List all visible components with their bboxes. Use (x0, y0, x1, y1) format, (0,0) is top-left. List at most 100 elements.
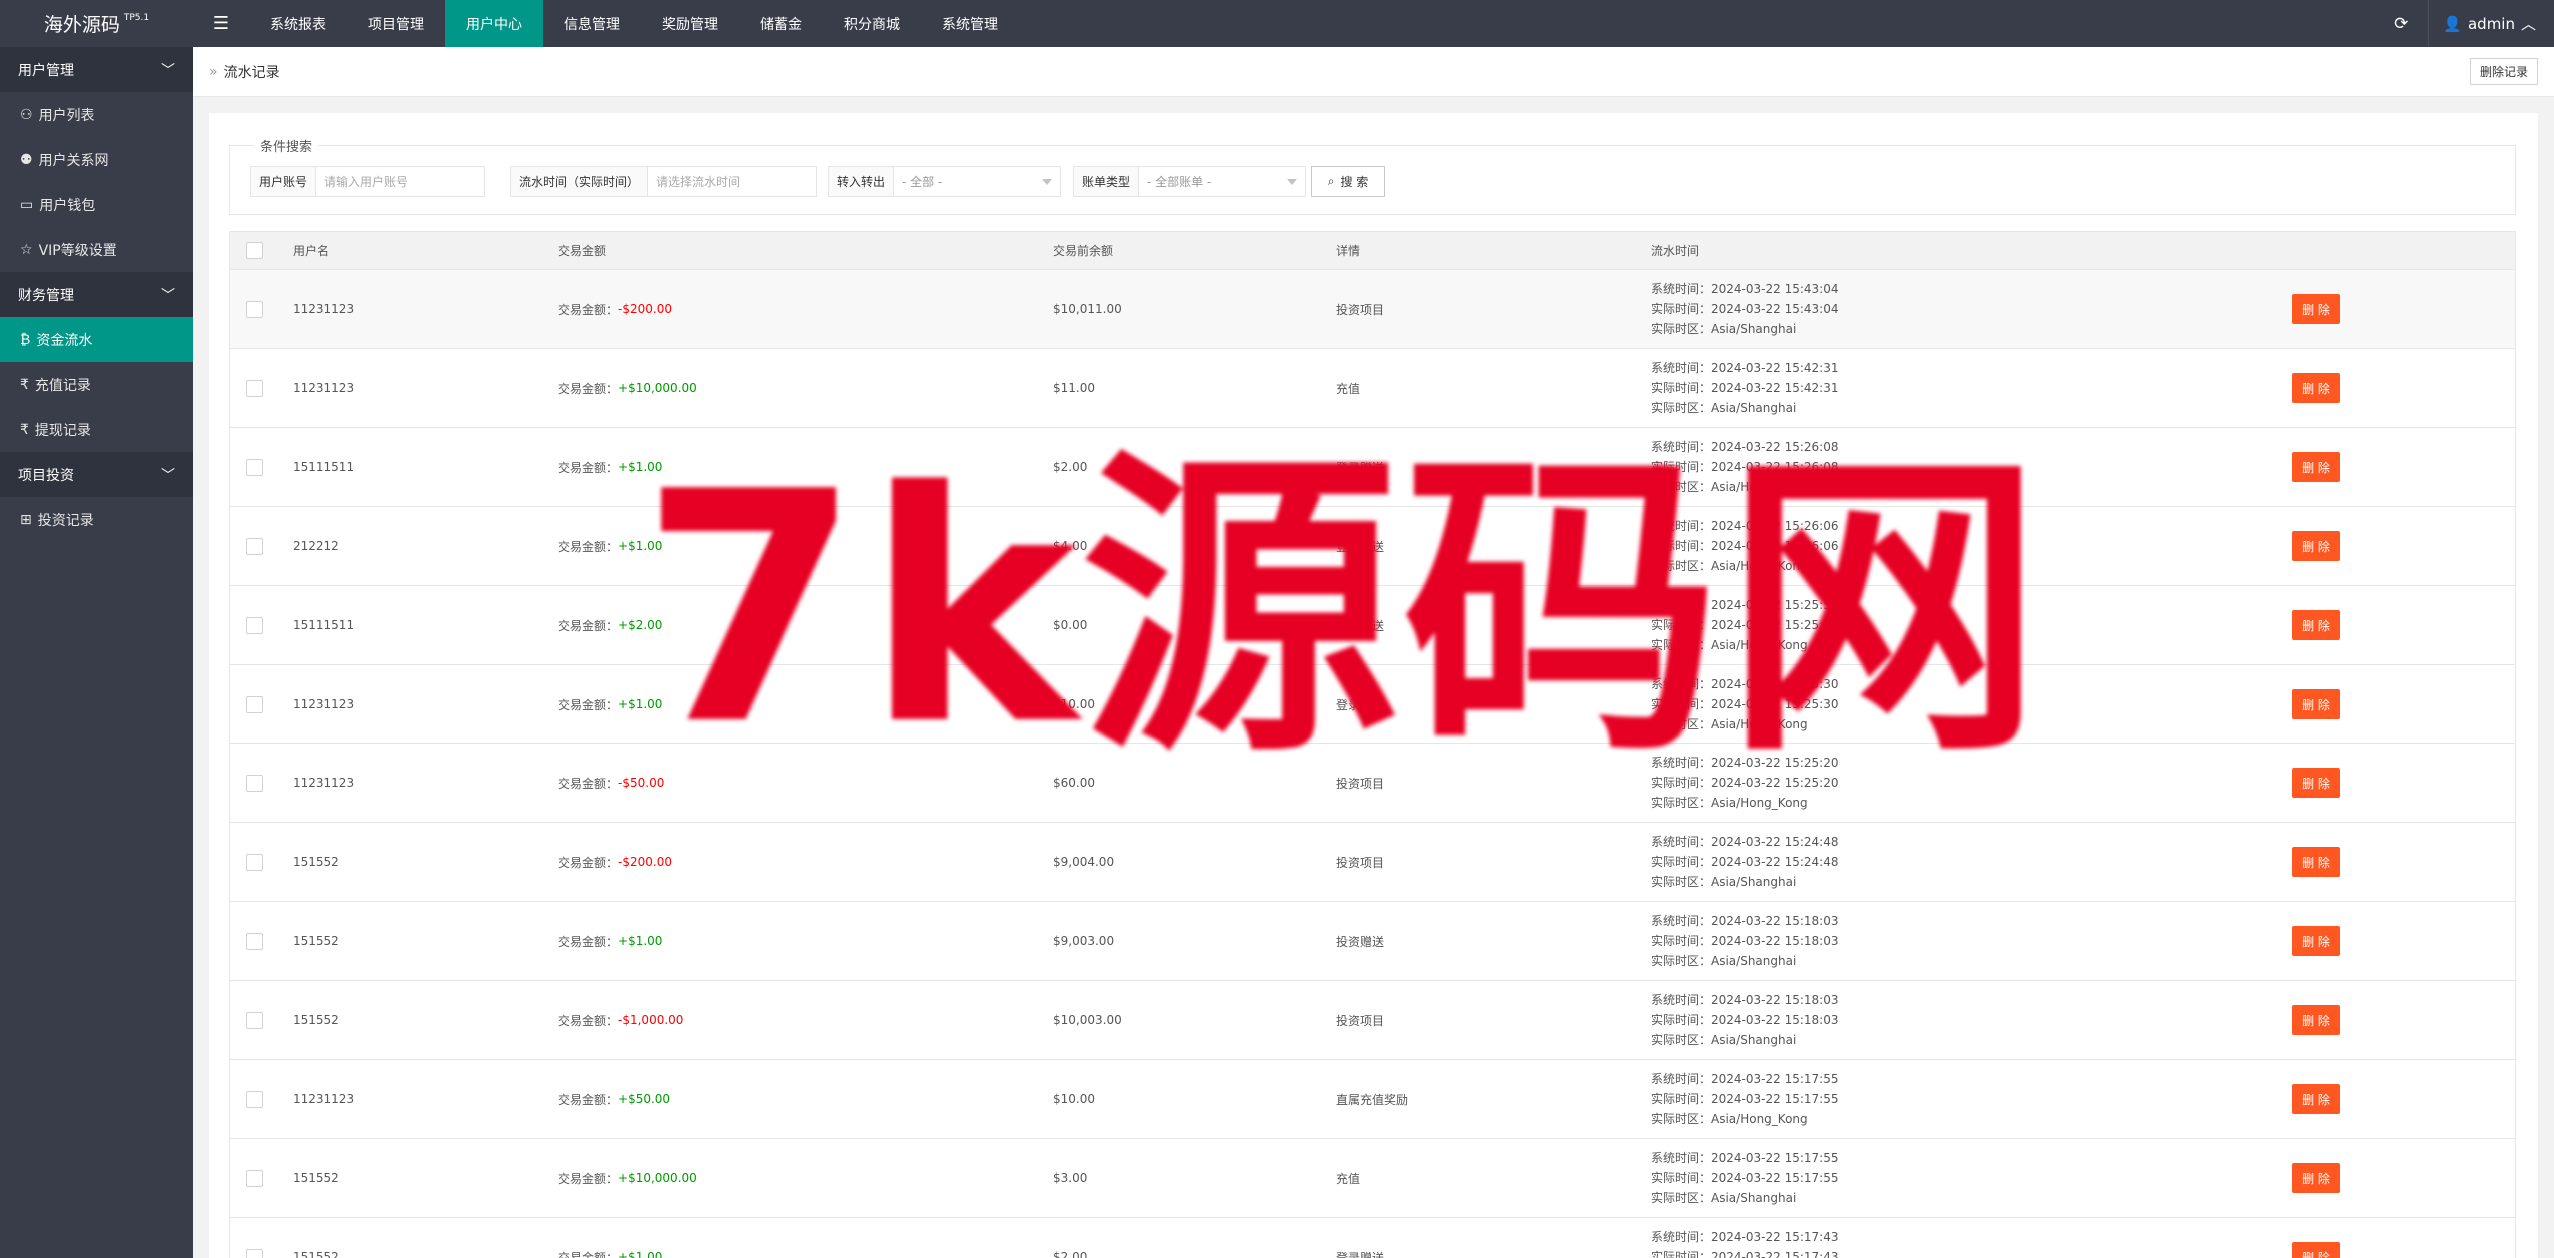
row-checkbox[interactable] (246, 695, 263, 713)
cell-amount: 交易金额： +$50.00 (558, 1060, 670, 1138)
sidebar-item[interactable]: ☆ VIP等级设置 (0, 227, 193, 272)
chevron-down-icon: ﹀ (161, 62, 175, 79)
delete-button[interactable]: 删 除 (2292, 689, 2340, 719)
sidebar-item[interactable]: ₹ 充值记录 (0, 362, 193, 407)
row-checkbox[interactable] (246, 379, 263, 397)
user-icon: 👤 (2443, 14, 2462, 33)
cell-detail: 登录赠送 (1336, 1250, 1385, 1258)
sidebar-group[interactable]: 财务管理 ﹀ (0, 272, 193, 317)
actual-timezone: 实际时区：Asia/Shanghai (1651, 398, 1796, 418)
cell-amount: 交易金额： -$200.00 (558, 823, 672, 901)
nav-item[interactable]: 系统报表 (249, 0, 347, 47)
delete-button[interactable]: 删 除 (2292, 926, 2340, 956)
row-checkbox-cell (246, 270, 263, 348)
sidebar-group[interactable]: 项目投资 ﹀ (0, 452, 193, 497)
bill-type-value: - 全部账单 - (1147, 175, 1212, 189)
amount-prefix: 交易金额： (558, 1250, 619, 1258)
actual-timezone-label: 实际时区： (1651, 875, 1712, 889)
actual-time: 实际时间：2024-03-22 15:17:55 (1651, 1168, 1838, 1188)
row-checkbox-cell (246, 902, 263, 980)
cell-detail: 充值 (1336, 381, 1361, 396)
row-checkbox-cell (246, 428, 263, 506)
logo-text: 海外源码 (43, 14, 120, 36)
row-checkbox-cell (246, 1218, 263, 1258)
delete-button[interactable]: 删 除 (2292, 373, 2340, 403)
table-header: 用户名 交易金额 交易前余额 详情 流水时间 (229, 231, 2516, 270)
delete-button[interactable]: 删 除 (2292, 294, 2340, 324)
delete-button[interactable]: 删 除 (2292, 531, 2340, 561)
nav-item[interactable]: 系统管理 (921, 0, 1019, 47)
row-checkbox[interactable] (246, 1169, 263, 1187)
sidebar-item-label: 用户关系网 (38, 152, 109, 169)
cell-actions: 删 除 (2292, 823, 2340, 901)
nav-item[interactable]: 项目管理 (347, 0, 445, 47)
sidebar-group[interactable]: 用户管理 ﹀ (0, 47, 193, 92)
actual-timezone-value: Asia/Shanghai (1711, 322, 1797, 336)
sidebar-item[interactable]: ▭ 用户钱包 (0, 182, 193, 227)
watermark: 7k源码网 (640, 424, 2047, 794)
row-checkbox[interactable] (246, 774, 263, 792)
system-time-label: 系统时间： (1651, 1151, 1712, 1165)
actual-timezone-value: Asia/Shanghai (1711, 1033, 1797, 1047)
cell-username: 11231123 (293, 697, 355, 711)
delete-button[interactable]: 删 除 (2292, 452, 2340, 482)
refresh-icon[interactable]: ⟳ (2374, 0, 2428, 47)
delete-button[interactable]: 删 除 (2292, 768, 2340, 798)
cell-username: 151552 (293, 1013, 339, 1027)
row-checkbox[interactable] (246, 853, 263, 871)
delete-button[interactable]: 删 除 (2292, 1005, 2340, 1035)
row-checkbox[interactable] (246, 1011, 263, 1029)
nav-item[interactable]: 储蓄金 (739, 0, 823, 47)
cell-username: 11231123 (293, 381, 355, 395)
row-checkbox[interactable] (246, 537, 263, 555)
user-menu[interactable]: 👤 admin ︿ (2428, 0, 2554, 47)
cell-actions: 删 除 (2292, 902, 2340, 980)
in-out-select[interactable]: - 全部 - (894, 167, 1060, 196)
actual-timezone-label: 实际时区： (1651, 401, 1712, 415)
delete-records-button[interactable]: 删除记录 (2469, 58, 2538, 85)
sidebar-item[interactable]: ₿ 资金流水 (0, 317, 193, 362)
nav-item[interactable]: 积分商城 (823, 0, 921, 47)
select-all-checkbox[interactable] (246, 242, 263, 259)
system-time-value: 2024-03-22 15:42:31 (1711, 361, 1839, 375)
amount-prefix: 交易金额： (558, 539, 619, 554)
nav-item[interactable]: 用户中心 (445, 0, 543, 47)
row-checkbox[interactable] (246, 1248, 263, 1258)
sidebar-group-label: 财务管理 (18, 287, 74, 304)
logo[interactable]: 海外源码 TP5.1 (0, 0, 193, 47)
nav-item[interactable]: 信息管理 (543, 0, 641, 47)
sidebar-item[interactable]: ⚉ 用户关系网 (0, 137, 193, 182)
row-checkbox[interactable] (246, 616, 263, 634)
delete-button[interactable]: 删 除 (2292, 610, 2340, 640)
delete-button[interactable]: 删 除 (2292, 1163, 2340, 1193)
flow-time-input[interactable] (648, 167, 809, 196)
actual-timezone-label: 实际时区： (1651, 796, 1712, 810)
actual-time: 实际时间：2024-03-22 15:18:03 (1651, 1010, 1838, 1030)
user-name: admin (2467, 14, 2515, 33)
sidebar-item[interactable]: ⚇ 用户列表 (0, 92, 193, 137)
bill-type-select[interactable]: - 全部账单 - (1139, 167, 1305, 196)
row-checkbox-cell (246, 1060, 263, 1138)
search-panel: 条件搜索 用户账号 流水时间（实际时间） 转入转出 - 全部 - 账单类型 - (229, 136, 2516, 215)
menu-toggle-icon[interactable]: ☰ (193, 0, 249, 47)
row-checkbox-cell (246, 665, 263, 743)
delete-button[interactable]: 删 除 (2292, 1084, 2340, 1114)
sidebar: 用户管理 ﹀ ⚇ 用户列表 ⚉ 用户关系网 ▭ 用户钱包 ☆ VIP等级设置 财务管理 ﹀ ₿ 资金流水 ₹… (0, 47, 193, 1258)
search-button[interactable]: ⌕ 搜 索 (1311, 166, 1385, 197)
row-checkbox[interactable] (246, 300, 263, 318)
delete-button[interactable]: 删 除 (2292, 847, 2340, 877)
sidebar-item[interactable]: ⊞ 投资记录 (0, 497, 193, 542)
cell-username: 15111511 (293, 618, 355, 632)
cell-balance-before: $11.00 (1053, 381, 1095, 395)
row-checkbox-cell (246, 744, 263, 822)
cell-actions: 删 除 (2292, 507, 2340, 585)
row-checkbox[interactable] (246, 932, 263, 950)
user-account-input[interactable] (316, 167, 484, 196)
row-checkbox[interactable] (246, 458, 263, 476)
search-button-label: 搜 索 (1340, 175, 1369, 189)
sidebar-item[interactable]: ₹ 提现记录 (0, 407, 193, 452)
cell-detail: 投资赠送 (1336, 934, 1385, 949)
row-checkbox[interactable] (246, 1090, 263, 1108)
nav-item[interactable]: 奖励管理 (641, 0, 739, 47)
delete-button[interactable]: 删 除 (2292, 1242, 2340, 1258)
